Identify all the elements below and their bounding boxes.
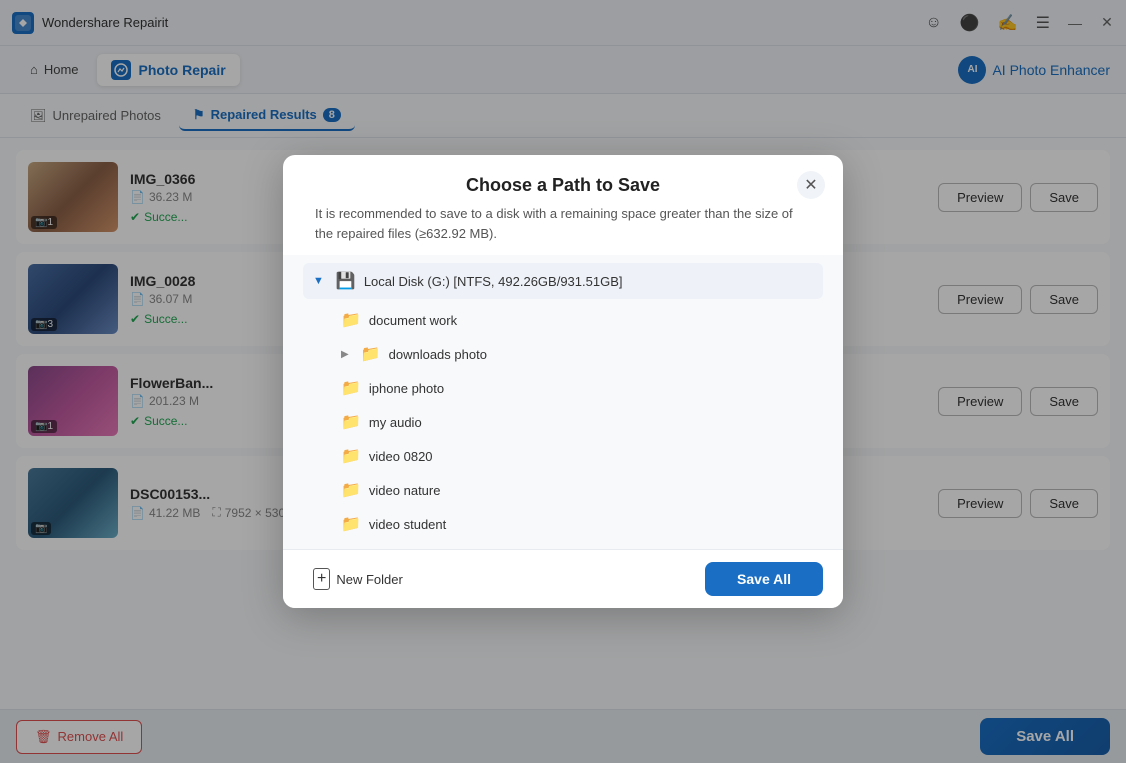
new-folder-button[interactable]: + New Folder — [303, 562, 413, 596]
folder-name-1: downloads photo — [389, 347, 487, 362]
folder-name-3: my audio — [369, 415, 422, 430]
folder-icon-5: 📁 — [341, 480, 361, 500]
folder-name-0: document work — [369, 313, 457, 328]
folder-name-6: video student — [369, 517, 446, 532]
folder-item-6[interactable]: 📁 video student — [331, 507, 823, 541]
modal-title: Choose a Path to Save — [307, 175, 819, 196]
folder-icon-2: 📁 — [341, 378, 361, 398]
folder-icon-4: 📁 — [341, 446, 361, 466]
modal-footer: + New Folder Save All — [283, 549, 843, 608]
folder-item-1[interactable]: ▶ 📁 downloads photo — [331, 337, 823, 371]
folder-name-2: iphone photo — [369, 381, 444, 396]
folder-icon-6: 📁 — [341, 514, 361, 534]
folder-name-5: video nature — [369, 483, 441, 498]
modal-save-all-label: Save All — [737, 571, 791, 587]
folder-expand-1: ▶ — [341, 349, 349, 360]
disk-expand-arrow: ▼ — [313, 275, 324, 287]
save-path-modal: Choose a Path to Save It is recommended … — [283, 155, 843, 608]
disk-label: Local Disk (G:) [NTFS, 492.26GB/931.51GB… — [364, 274, 623, 289]
new-folder-icon: + — [313, 568, 330, 590]
folder-name-4: video 0820 — [369, 449, 433, 464]
modal-close-button[interactable]: ✕ — [797, 171, 825, 199]
folder-list: 📁 document work ▶ 📁 downloads photo 📁 ip… — [303, 303, 823, 541]
modal-save-all-button[interactable]: Save All — [705, 562, 823, 596]
disk-icon: 💾 — [336, 271, 356, 291]
folder-icon-3: 📁 — [341, 412, 361, 432]
folder-item-4[interactable]: 📁 video 0820 — [331, 439, 823, 473]
disk-item[interactable]: ▼ 💾 Local Disk (G:) [NTFS, 492.26GB/931.… — [303, 263, 823, 299]
folder-item-3[interactable]: 📁 my audio — [331, 405, 823, 439]
modal-header: Choose a Path to Save It is recommended … — [283, 155, 843, 255]
folder-item-2[interactable]: 📁 iphone photo — [331, 371, 823, 405]
modal-subtitle: It is recommended to save to a disk with… — [307, 204, 819, 243]
new-folder-label: New Folder — [336, 572, 402, 587]
modal-body: ▼ 💾 Local Disk (G:) [NTFS, 492.26GB/931.… — [283, 255, 843, 549]
folder-icon-1: 📁 — [361, 344, 381, 364]
modal-overlay: Choose a Path to Save It is recommended … — [0, 0, 1126, 763]
folder-icon-0: 📁 — [341, 310, 361, 330]
folder-item-5[interactable]: 📁 video nature — [331, 473, 823, 507]
folder-item-0[interactable]: 📁 document work — [331, 303, 823, 337]
